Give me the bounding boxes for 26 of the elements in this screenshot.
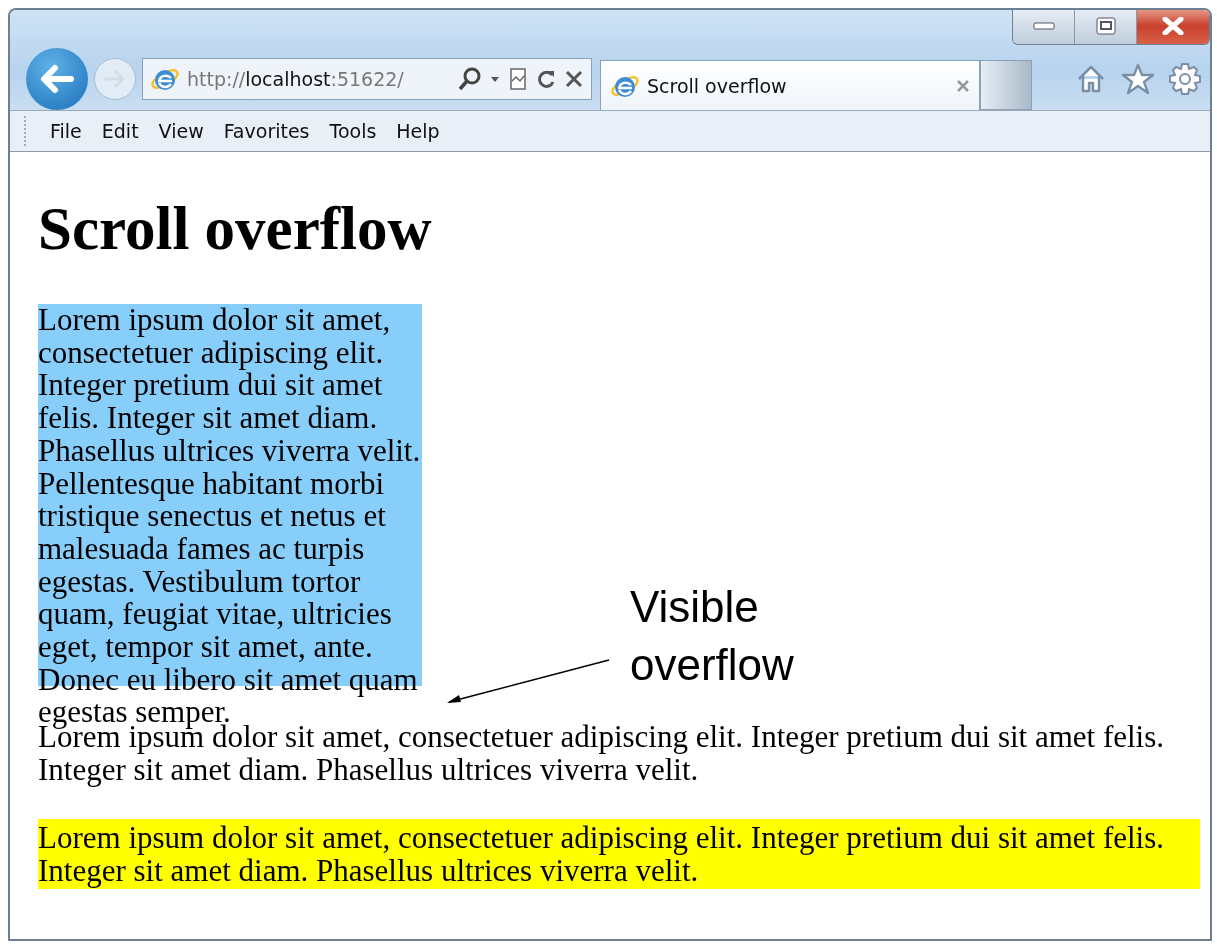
annotation-label: Visible overflow (630, 581, 795, 691)
menu-item[interactable]: Help (387, 116, 449, 146)
menu-item[interactable]: Favorites (214, 116, 319, 146)
close-icon (1162, 17, 1184, 35)
minimize-icon (1032, 21, 1055, 31)
menu-item[interactable]: File (41, 116, 91, 146)
stop-icon[interactable] (563, 68, 585, 90)
browser-tab[interactable]: Scroll overflow (600, 60, 980, 110)
page-heading: Scroll overflow (38, 194, 433, 264)
dropdown-caret-icon[interactable] (489, 74, 501, 84)
url-text: http://localhost:51622/ (187, 68, 405, 90)
close-tab-icon[interactable] (955, 77, 971, 94)
menu-item[interactable]: View (149, 116, 213, 146)
settings-icon[interactable] (1168, 62, 1202, 96)
menu-item[interactable]: Tools (320, 116, 386, 146)
highlighted-paragraph: Lorem ipsum dolor sit amet, consectetuer adipiscing elit. Integer pretium dui sit amet felis. Integer sit amet diam. Phasellus ultrices viverra velit. (38, 819, 1200, 889)
maximize-icon (1095, 17, 1116, 35)
new-tab-button[interactable] (980, 60, 1032, 110)
search-icon[interactable] (457, 66, 483, 92)
address-bar[interactable]: http://localhost:51622/ (142, 58, 592, 100)
menu-item[interactable]: Edit (92, 116, 148, 146)
compatibility-view-icon[interactable] (507, 67, 529, 91)
star-icon[interactable] (1120, 62, 1156, 96)
back-arrow-icon (39, 64, 75, 94)
maximize-button[interactable] (1075, 10, 1137, 44)
close-button[interactable] (1137, 10, 1209, 44)
